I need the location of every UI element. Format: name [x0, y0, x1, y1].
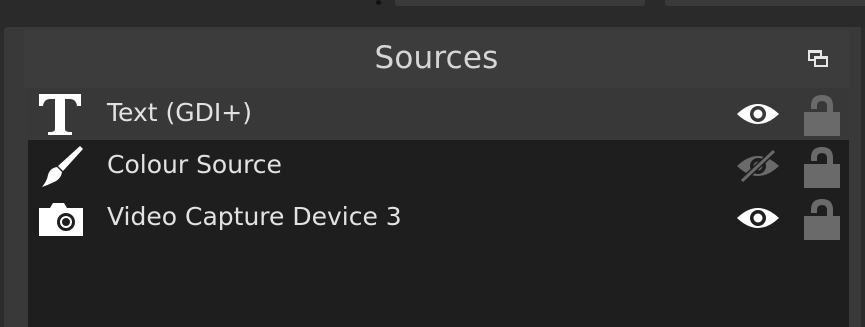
- eye-icon[interactable]: [734, 98, 782, 130]
- source-label: Text (GDI+): [107, 98, 252, 127]
- unlocked-padlock-icon[interactable]: [802, 196, 842, 242]
- source-row-text-gdi[interactable]: Text (GDI+): [28, 88, 849, 140]
- source-label: Video Capture Device 3: [107, 202, 402, 231]
- resize-handle[interactable]: [376, 0, 381, 5]
- adjacent-dock-edge: [395, 0, 645, 6]
- dock-titlebar[interactable]: Sources: [24, 30, 849, 88]
- top-strip: [0, 0, 865, 27]
- paintbrush-icon: [36, 144, 86, 188]
- source-row-colour[interactable]: Colour Source: [28, 140, 849, 192]
- float-window-icon[interactable]: [807, 48, 829, 70]
- source-row-video-capture[interactable]: Video Capture Device 3: [28, 192, 849, 244]
- eye-slash-icon[interactable]: [734, 148, 782, 184]
- sources-list[interactable]: Text (GDI+) Colour Source Video Capture …: [28, 88, 849, 327]
- adjacent-dock-edge-right: [665, 0, 865, 6]
- dock-title: Sources: [374, 40, 499, 76]
- camera-icon: [36, 196, 86, 240]
- unlocked-padlock-icon[interactable]: [802, 92, 842, 138]
- text-icon: [36, 92, 86, 136]
- source-label: Colour Source: [107, 150, 282, 179]
- unlocked-padlock-icon[interactable]: [802, 144, 842, 190]
- eye-icon[interactable]: [734, 202, 782, 234]
